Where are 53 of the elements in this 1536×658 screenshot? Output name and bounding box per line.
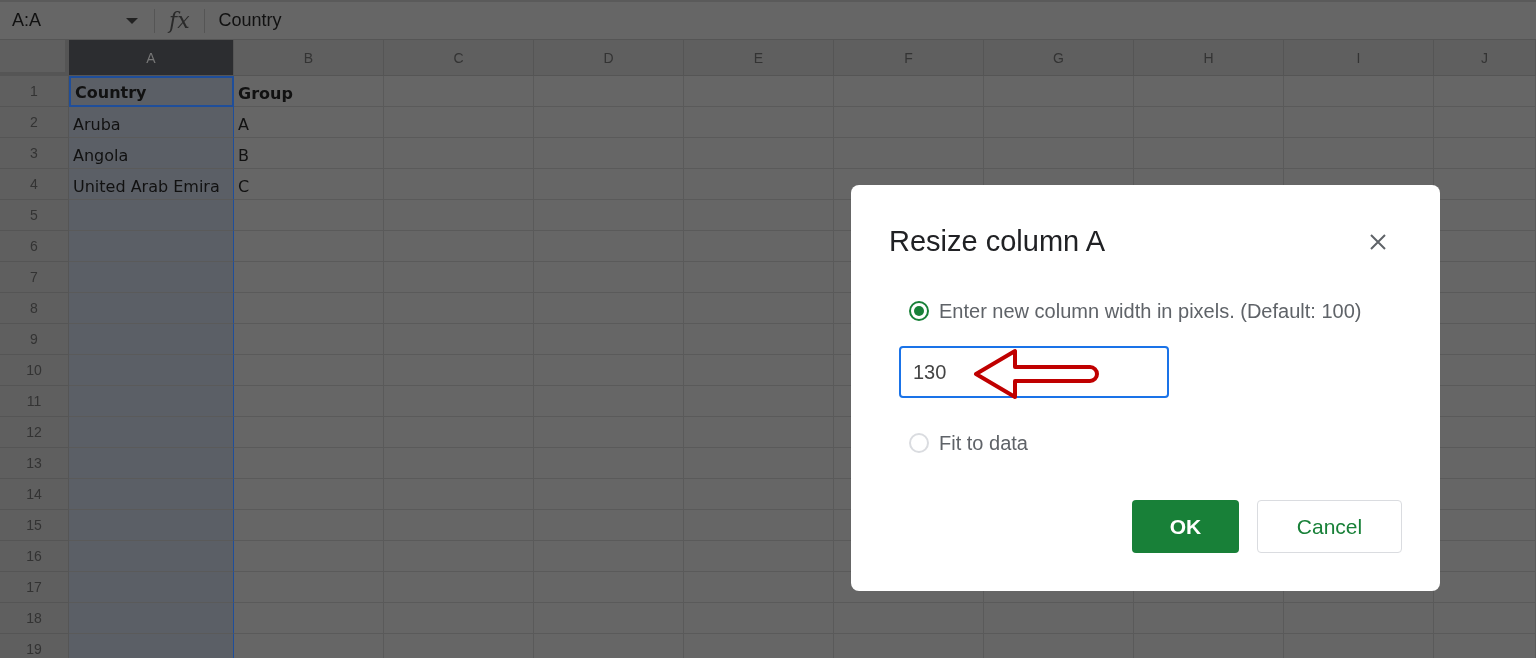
table-cell[interactable] (234, 417, 384, 448)
table-cell[interactable] (69, 541, 234, 572)
radio-button[interactable] (909, 301, 929, 321)
table-cell[interactable] (234, 355, 384, 386)
table-cell[interactable] (69, 417, 234, 448)
table-cell[interactable]: Angola (69, 138, 234, 169)
table-cell[interactable] (234, 479, 384, 510)
table-cell[interactable] (234, 293, 384, 324)
cancel-button[interactable]: Cancel (1257, 500, 1402, 553)
table-cell[interactable] (234, 448, 384, 479)
table-cell[interactable] (234, 386, 384, 417)
table-cell[interactable] (69, 293, 234, 324)
table-cell[interactable]: C (234, 169, 384, 200)
table-cell[interactable] (69, 200, 234, 231)
table-cell[interactable]: United Arab Emira (69, 169, 234, 200)
function-label: fx (166, 8, 191, 33)
table-cell[interactable] (234, 262, 384, 293)
table-cell[interactable] (234, 200, 384, 231)
table-cell[interactable]: A (234, 107, 384, 138)
table-cell[interactable] (69, 262, 234, 293)
table-cell[interactable] (69, 510, 234, 541)
table-cell[interactable] (234, 324, 384, 355)
table-cell[interactable] (234, 231, 384, 262)
table-cell[interactable] (69, 355, 234, 386)
table-cell[interactable]: Aruba (69, 107, 234, 138)
table-cell[interactable] (69, 386, 234, 417)
left-arrow-icon (973, 348, 1099, 400)
table-cell[interactable] (234, 572, 384, 603)
table-cell[interactable]: Country (69, 76, 234, 107)
table-cell[interactable] (69, 603, 234, 634)
name-box[interactable]: A:A (0, 10, 146, 31)
table-cell[interactable] (69, 448, 234, 479)
table-cell[interactable] (69, 324, 234, 355)
table-cell[interactable]: Group (234, 76, 384, 107)
dialog-title: Resize column A (889, 225, 1105, 258)
table-cell[interactable] (234, 541, 384, 572)
table-cell[interactable] (69, 231, 234, 262)
close-icon[interactable] (1370, 233, 1386, 250)
table-cell[interactable] (69, 572, 234, 603)
table-cell[interactable] (234, 603, 384, 634)
option-label[interactable]: Fit to data (939, 431, 1028, 455)
table-cell[interactable]: B (234, 138, 384, 169)
table-cell[interactable] (69, 634, 234, 658)
table-cell[interactable] (234, 510, 384, 541)
table-cell[interactable] (1434, 572, 1536, 603)
ok-button[interactable]: OK (1132, 500, 1239, 553)
table-cell[interactable] (69, 479, 234, 510)
select-all-corner[interactable] (0, 40, 69, 76)
column-header[interactable]: A (69, 40, 234, 76)
option-label[interactable]: Enter new column width in pixels. (Default: 100) (939, 299, 1362, 323)
formula-content[interactable]: Country (212, 10, 282, 31)
width-input-field[interactable]: 130 (899, 346, 1169, 398)
caret-icon (126, 17, 138, 24)
